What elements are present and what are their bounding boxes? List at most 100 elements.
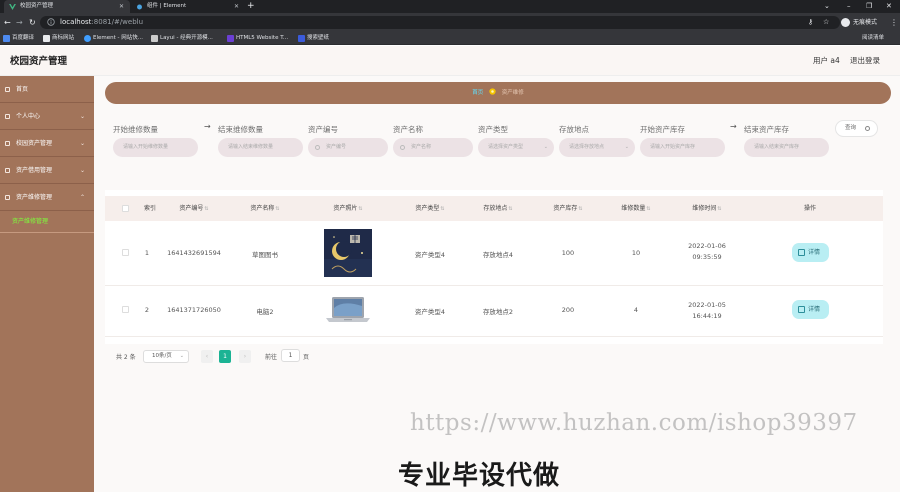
trademark-icon [43,35,50,42]
tab-search-icon[interactable]: ⌄ [824,0,830,13]
asset-type-select[interactable]: 请选择资产类型 ⌄ [478,138,554,157]
url-input[interactable]: localhost:8081/#/weblu ⚷ ☆ [40,16,840,29]
chevron-down-icon: ⌄ [80,113,86,120]
url-host: localhost [60,18,92,26]
back-icon[interactable]: ← [4,16,11,29]
breadcrumb-home[interactable]: 首页 [472,90,483,96]
max-repair-qty-input[interactable]: 请输入结束维修数量 [218,138,303,157]
detail-button-label: 详情 [808,249,821,256]
location-select[interactable]: 请选择存放地点 ⌄ [559,138,635,157]
repair-icon [5,195,10,200]
close-window-icon[interactable]: ✕ [886,0,892,13]
new-tab-button[interactable]: + [247,0,255,13]
reading-list[interactable]: 阅读清单 [862,32,884,45]
sidebar-item-home[interactable]: 首页 [0,76,94,103]
tab-title: 校园资产管理 [20,3,54,9]
maximize-icon[interactable]: ❐ [866,0,872,13]
column-header[interactable]: 资产照片⇅ [323,196,373,222]
column-header[interactable]: 资产类型⇅ [405,196,455,222]
search-button[interactable]: 查询 [835,120,878,137]
detail-button[interactable]: 详情 [792,300,829,319]
sort-icon: ⇅ [717,206,722,212]
prev-page-button[interactable]: ‹ [201,350,213,363]
max-stock-input[interactable]: 请输入结束资产库存 [744,138,829,157]
asset-image-book [324,229,372,277]
detail-button[interactable]: 详情 [792,243,829,262]
address-bar: ← → ↻ localhost:8081/#/weblu ⚷ ☆ 无痕模式 ⋮ [0,13,900,32]
profile-button[interactable]: 无痕模式 [841,16,877,29]
close-tab-icon[interactable]: ✕ [119,0,124,13]
sidebar-item-borrow[interactable]: 资产借用管理 ⌄ [0,157,94,184]
profile-label: 无痕模式 [853,19,878,26]
search-button-label: 查询 [845,125,857,131]
bookmark-item[interactable]: 商标网站 [43,32,74,45]
asset-name-input[interactable]: 资产名称 [393,138,473,157]
cell-location: 存放地点2 [482,308,514,316]
column-header[interactable]: 索引 [142,196,158,221]
range-arrow-icon: → [204,122,211,131]
bookmark-item[interactable]: 百度翻译 [3,32,34,45]
bookmark-item[interactable]: Layui - 经典开源模... [151,32,213,45]
reload-icon[interactable]: ↻ [29,16,36,29]
browser-tab[interactable]: 组件 | Element ✕ [131,0,245,13]
forward-icon[interactable]: → [16,16,23,29]
sidebar-item-assets[interactable]: 校园资产管理 ⌄ [0,130,94,157]
vue-logo-icon [9,3,16,10]
sidebar-item-profile[interactable]: 个人中心 ⌄ [0,103,94,130]
filter-label: 结束资产库存 [744,125,789,134]
column-header[interactable]: 资产名称⇅ [240,196,290,222]
user-icon [5,114,10,119]
key-icon[interactable]: ⚷ [808,16,813,29]
chevron-down-icon: ⌄ [80,167,86,174]
filter-label: 资产编号 [308,125,338,134]
logout-link[interactable]: 退出登录 [850,46,880,76]
cell-stock: 100 [561,249,575,257]
row-checkbox[interactable] [122,306,129,313]
wallpaper-icon [298,35,305,42]
table-row: 2 1641371726050 电脑2 资产类型4 存放地点2 200 4 20… [105,286,883,337]
cell-location: 存放地点4 [482,251,514,259]
next-page-button[interactable]: › [239,350,251,363]
filter-label: 结束维修数量 [218,125,263,134]
site-info-icon[interactable] [47,18,55,26]
column-header: 操作 [803,205,816,212]
page-size-value: 10条/页 [152,353,172,359]
column-header[interactable]: 维修数量⇅ [611,196,661,222]
bookmark-item[interactable]: Element - 网站快... [84,32,143,45]
element-icon [84,35,91,42]
min-repair-qty-input[interactable]: 请输入开始维修数量 [113,138,198,157]
html5-icon [227,35,234,42]
star-icon [489,88,496,95]
menu-icon[interactable]: ⋮ [890,16,898,29]
close-tab-icon[interactable]: ✕ [234,0,239,13]
column-header[interactable]: 维修时间⇅ [679,196,735,222]
sort-icon: ⇅ [508,206,513,212]
cell-asset-name: 草图图书 [252,251,278,259]
cell-asset-code: 1641371726050 [167,306,221,314]
sidebar-item-label: 资产借用管理 [16,167,53,174]
cell-repair-qty: 4 [633,306,639,314]
min-stock-input[interactable]: 请输入开始资产库存 [640,138,725,157]
sort-icon: ⇅ [275,206,280,212]
sort-icon: ⇅ [646,206,651,212]
minimize-icon[interactable]: – [847,0,851,13]
detail-button-label: 详情 [808,306,821,313]
sidebar-subitem-repair[interactable]: 资产维修管理 [0,211,94,233]
goto-page-input[interactable]: 1 [281,349,300,362]
asset-code-input[interactable]: 资产编号 [308,138,388,157]
page-size-select[interactable]: 10条/页 ⌄ [143,350,189,363]
sidebar-item-label: 校园资产管理 [16,140,53,147]
column-header[interactable]: 资产库存⇅ [543,196,593,222]
cell-asset-type: 资产类型4 [414,308,446,316]
bookmark-item[interactable]: 搜索壁纸 [298,32,329,45]
column-header[interactable]: 存放地点⇅ [473,196,523,222]
browser-tab-active[interactable]: 校园资产管理 ✕ [4,0,130,13]
column-header[interactable]: 资产编号⇅ [169,196,219,222]
select-all-checkbox[interactable] [122,205,129,212]
sidebar-item-repair[interactable]: 资产维修管理 ⌃ [0,184,94,211]
row-checkbox[interactable] [122,249,129,256]
bookmark-item[interactable]: HTML5 Website T... [227,32,288,45]
page-number-button[interactable]: 1 [219,350,231,363]
sidebar-subitem-label: 资产维修管理 [12,218,49,225]
bookmark-star-icon[interactable]: ☆ [823,16,829,29]
